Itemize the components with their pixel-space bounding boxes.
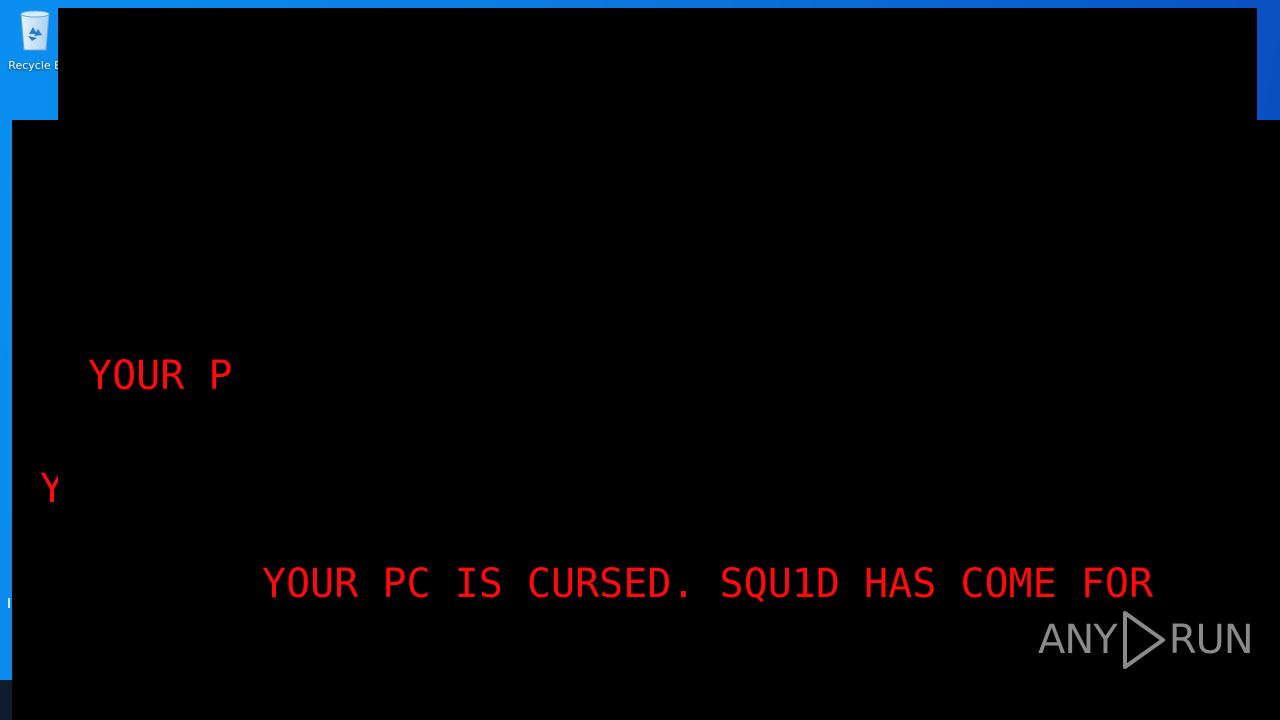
recycle-bin-label: Recycle B [8,59,62,72]
curse-message-line-3: YOUR PC IS CURSED. SQU1D HAS COME FOR [262,561,1154,607]
recycle-bin-icon [20,10,50,51]
watermark-any-text: ANY [1038,617,1118,663]
recycle-bin-shortcut[interactable]: Recycle B [4,6,66,76]
curse-message-line-1: YOUR PC [88,353,234,399]
taskbar-fragment [0,680,12,720]
play-icon [1122,611,1165,669]
anyrun-watermark: ANY RUN [1038,608,1254,672]
curse-message-line-2: Y [40,466,58,512]
desktop-screen: Recycle B YOUR PC Y YOUR PC IS CURSED. S… [0,0,1280,720]
desktop-icon-fragment [8,598,10,608]
curse-window-upper [58,8,1257,128]
watermark-run-text: RUN [1168,617,1254,663]
